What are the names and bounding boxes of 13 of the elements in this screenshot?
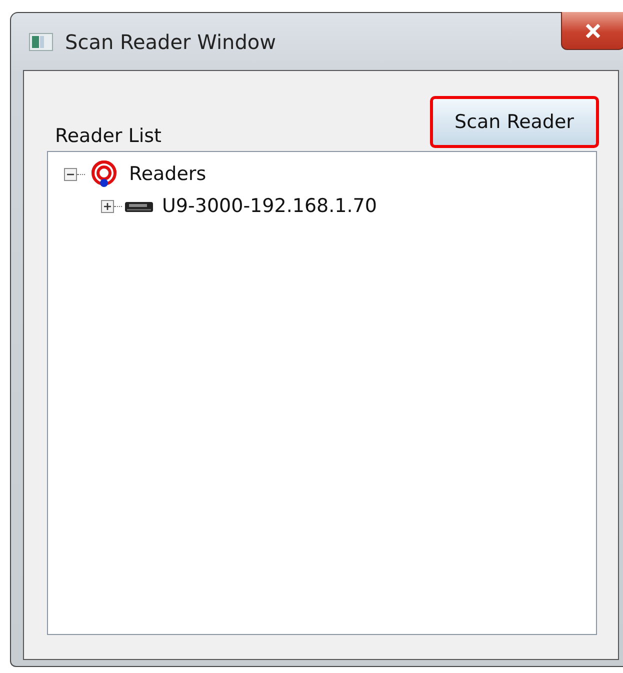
app-icon [29, 32, 53, 50]
tree-item[interactable]: U9-3000-192.168.1.70 [162, 195, 377, 217]
window-title: Scan Reader Window [65, 30, 276, 54]
scan-reader-button[interactable]: Scan Reader [432, 98, 597, 146]
minus-icon [64, 168, 77, 180]
collapse-toggle[interactable] [64, 168, 77, 180]
tree-item[interactable]: Readers [129, 163, 206, 185]
device-icon [124, 199, 154, 213]
expand-toggle[interactable] [101, 200, 114, 212]
plus-icon [101, 200, 114, 212]
close-button[interactable] [561, 12, 623, 50]
close-icon [585, 24, 601, 38]
reader-list-label: Reader List [55, 125, 162, 147]
